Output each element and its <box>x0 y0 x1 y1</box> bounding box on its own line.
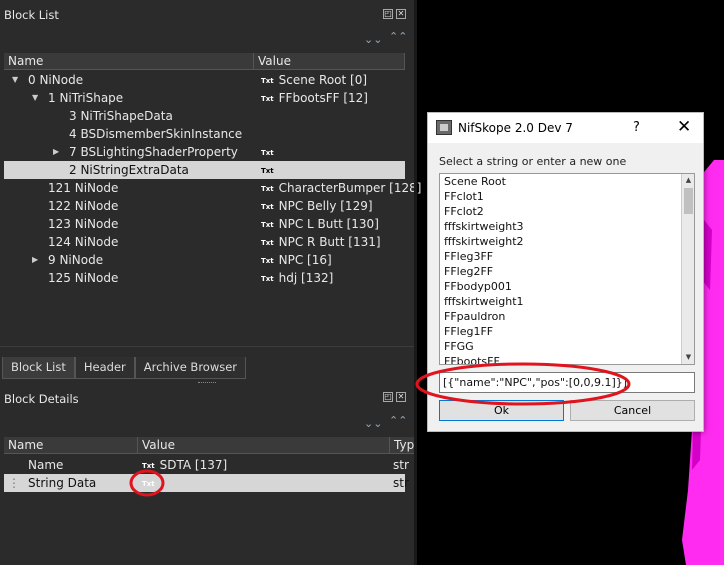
collapse-up-icon[interactable]: ⌃⌃ <box>389 31 407 42</box>
tree-row-name: 9 NiNode <box>48 253 104 267</box>
column-name[interactable]: Name <box>4 437 138 453</box>
tree-row-value: hdj [132] <box>278 271 334 285</box>
txt-icon: Txt <box>261 202 274 211</box>
help-icon[interactable]: ? <box>633 120 640 135</box>
list-item[interactable]: fffskirtweight1 <box>440 294 694 309</box>
left-pane: Block List ◰ ✕ ⌄⌄ ⌃⌃ Name Value ▼ 0 NiNod… <box>0 0 421 565</box>
tree-row-name: 1 NiTriShape <box>48 91 124 105</box>
tree-row-name: 4 BSDismemberSkinInstance <box>69 127 243 141</box>
txt-icon: Txt <box>261 148 274 157</box>
float-icon[interactable]: ◰ <box>383 9 393 19</box>
tab-header[interactable]: Header <box>74 357 135 379</box>
txt-icon: Txt <box>261 220 274 229</box>
txt-icon: Txt <box>261 274 274 283</box>
txt-icon: Txt <box>261 184 274 193</box>
collapse-down-icon[interactable]: ⌄⌄ <box>364 34 382 45</box>
tree-row-name: 7 BSLightingShaderProperty <box>69 145 238 159</box>
list-item[interactable]: FFclot1 <box>440 189 694 204</box>
block-details-header: Name Value Typ <box>4 437 414 454</box>
red-highlight-ellipse <box>415 362 631 406</box>
splitter-handle[interactable] <box>198 382 216 384</box>
detail-row-name[interactable]: Name Txt SDTA [137] str <box>4 456 409 474</box>
list-item[interactable]: FFleg3FF <box>440 249 694 264</box>
tree-row[interactable]: 125 NiNode Txt hdj [132] <box>4 269 405 287</box>
detail-row-string-data[interactable]: ⋮ String Data Txt str <box>4 474 409 492</box>
block-details-title: Block Details <box>4 392 79 406</box>
tree-row[interactable]: ▼ 0 NiNode Txt Scene Root [0] <box>4 71 405 89</box>
tree-row-value: FFbootsFF [12] <box>278 91 368 105</box>
nifskope-app-icon <box>436 120 452 135</box>
tree-row-name: 125 NiNode <box>48 271 119 285</box>
tab-bar: Block List Header Archive Browser <box>2 357 247 379</box>
txt-icon: Txt <box>261 166 274 175</box>
expanded-arrow-icon[interactable]: ▼ <box>12 71 18 89</box>
block-list-title: Block List <box>4 8 59 22</box>
close-icon[interactable]: ✕ <box>396 9 406 19</box>
close-icon[interactable]: ✕ <box>396 392 406 402</box>
list-item[interactable]: FFpauldron <box>440 309 694 324</box>
tree-row[interactable]: 3 NiTriShapeData <box>4 107 405 125</box>
list-item[interactable]: FFleg1FF <box>440 324 694 339</box>
scroll-down-icon[interactable]: ▼ <box>683 351 694 364</box>
txt-icon: Txt <box>261 256 274 265</box>
tab-block-list[interactable]: Block List <box>2 357 75 379</box>
tab-archive-browser[interactable]: Archive Browser <box>134 357 247 379</box>
tree-row[interactable]: ▶ 7 BSLightingShaderProperty Txt <box>4 143 405 161</box>
dialog-title: NifSkope 2.0 Dev 7 <box>458 121 573 135</box>
column-value[interactable]: Value <box>254 53 405 69</box>
block-details-dock-buttons: ◰ ✕ <box>383 392 406 402</box>
tree-row-name: 0 NiNode <box>28 73 84 87</box>
tree-row[interactable]: 123 NiNode Txt NPC L Butt [130] <box>4 215 405 233</box>
block-list-header: Name Value <box>4 53 405 70</box>
dialog-prompt: Select a string or enter a new one <box>439 155 627 168</box>
tree-row-value: NPC R Butt [131] <box>278 235 381 249</box>
tree-row[interactable]: 4 BSDismemberSkinInstance <box>4 125 405 143</box>
tree-row-name: 2 NiStringExtraData <box>69 163 189 177</box>
list-item[interactable]: FFbodyp001 <box>440 279 694 294</box>
list-item[interactable]: Scene Root <box>440 174 694 189</box>
collapse-up-icon[interactable]: ⌃⌃ <box>389 415 407 426</box>
txt-icon: Txt <box>261 76 274 85</box>
tree-row-name: 123 NiNode <box>48 217 119 231</box>
scroll-thumb[interactable] <box>684 188 693 214</box>
tree-row-name: 121 NiNode <box>48 181 119 195</box>
block-list-dock-buttons: ◰ ✕ <box>383 9 406 19</box>
collapse-down-icon[interactable]: ⌄⌄ <box>364 418 382 429</box>
list-item[interactable]: FFclot2 <box>440 204 694 219</box>
vertical-splitter[interactable] <box>414 0 417 565</box>
scroll-up-icon[interactable]: ▲ <box>683 174 694 187</box>
txt-icon: Txt <box>261 238 274 247</box>
tree-row[interactable]: ▶ 9 NiNode Txt NPC [16] <box>4 251 405 269</box>
column-value[interactable]: Value <box>138 437 390 453</box>
string-list[interactable]: Scene Root FFclot1 FFclot2 fffskirtweight3 f… <box>439 173 695 365</box>
list-item[interactable]: fffskirtweight3 <box>440 219 694 234</box>
tree-row-value: NPC [16] <box>278 253 332 267</box>
float-icon[interactable]: ◰ <box>383 392 393 402</box>
tree-row-name: 122 NiNode <box>48 199 119 213</box>
column-type[interactable]: Typ <box>390 437 414 453</box>
tree-row-value: Scene Root [0] <box>278 73 368 87</box>
collapsed-arrow-icon[interactable]: ▶ <box>53 143 59 161</box>
red-highlight-circle <box>129 469 165 497</box>
collapsed-arrow-icon[interactable]: ▶ <box>32 251 38 269</box>
tree-row-value: NPC Belly [129] <box>278 199 373 213</box>
tree-row[interactable]: 2 NiStringExtraData Txt <box>4 161 405 179</box>
tree-row[interactable]: 121 NiNode Txt CharacterBumper [128] <box>4 179 421 197</box>
tree-row-name: 124 NiNode <box>48 235 119 249</box>
tree-row[interactable]: 124 NiNode Txt NPC R Butt [131] <box>4 233 405 251</box>
expanded-arrow-icon[interactable]: ▼ <box>32 89 38 107</box>
column-name[interactable]: Name <box>4 53 254 69</box>
dialog-titlebar[interactable]: NifSkope 2.0 Dev 7 ? ✕ <box>428 113 703 143</box>
tree-row-value: NPC L Butt [130] <box>278 217 379 231</box>
tree-row-name: 3 NiTriShapeData <box>69 109 173 123</box>
list-item[interactable]: fffskirtweight2 <box>440 234 694 249</box>
tree-row[interactable]: 122 NiNode Txt NPC Belly [129] <box>4 197 405 215</box>
close-icon[interactable]: ✕ <box>677 117 691 137</box>
tree-row[interactable]: ▼ 1 NiTriShape Txt FFbootsFF [12] <box>4 89 405 107</box>
list-item[interactable]: FFGG <box>440 339 694 354</box>
txt-icon: Txt <box>261 94 274 103</box>
tree-row-value: CharacterBumper [128] <box>278 181 422 195</box>
list-item[interactable]: FFleg2FF <box>440 264 694 279</box>
list-scrollbar[interactable]: ▲ ▼ <box>681 174 694 364</box>
